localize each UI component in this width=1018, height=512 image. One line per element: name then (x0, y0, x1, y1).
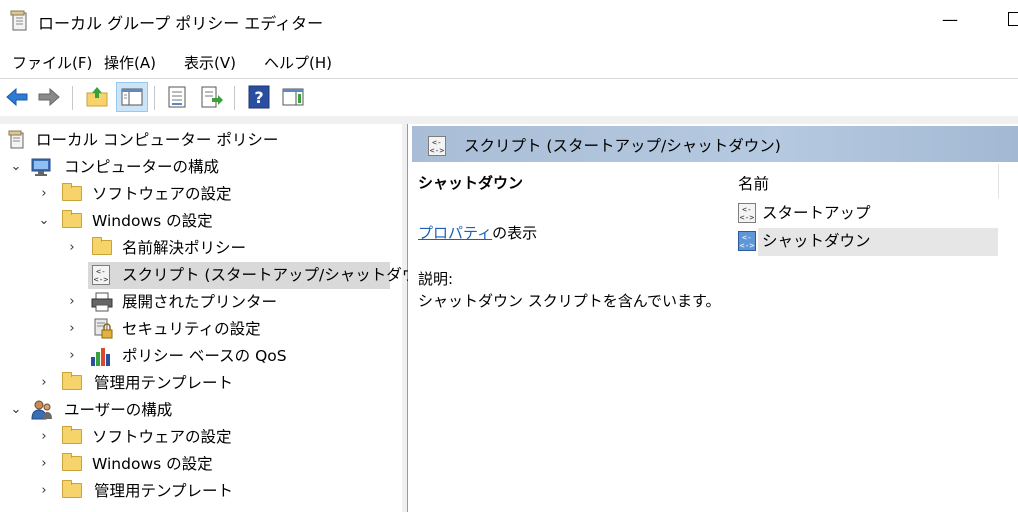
menu-action[interactable]: 操作(A) (104, 52, 156, 73)
maximize-button[interactable] (1008, 12, 1018, 26)
toolbar-separator (154, 86, 155, 110)
tree-label: セキュリティの設定 (122, 320, 261, 338)
computer-icon (30, 157, 54, 177)
gpedit-app-icon (10, 10, 30, 32)
folder-icon (62, 480, 82, 498)
tree-label: 展開されたプリンター (122, 293, 278, 311)
selected-item-title: シャットダウン (418, 174, 524, 192)
toolbar-spacer (0, 116, 1018, 124)
column-header-name[interactable]: 名前 (738, 172, 769, 194)
export-list-icon[interactable] (198, 84, 224, 110)
toolbar-separator (72, 86, 73, 110)
chevron-right-icon[interactable]: › (38, 424, 50, 450)
tree-label: スクリプト (スタートアップ/シャットダウン) (122, 266, 439, 284)
up-folder-icon[interactable] (84, 84, 110, 110)
show-action-pane-icon[interactable] (280, 84, 306, 110)
script-icon: <- <-> (428, 136, 446, 156)
tree-label: ローカル コンピューター ポリシー (36, 131, 279, 149)
list-item-startup[interactable]: <- <-> スタートアップ (736, 200, 998, 226)
folder-icon (62, 426, 82, 444)
menu-help[interactable]: ヘルプ(H) (264, 52, 332, 73)
description-label: 説明: (418, 270, 454, 288)
tree-item-computer-config[interactable]: ⌄ コンピューターの構成 (8, 154, 398, 180)
menu-divider (0, 78, 1018, 79)
forward-arrow-icon[interactable] (36, 84, 62, 110)
minimize-button[interactable]: — (938, 6, 962, 34)
bar-chart-icon (90, 345, 114, 367)
tree-item-user-windows-settings[interactable]: › Windows の設定 (36, 451, 396, 477)
users-icon (30, 399, 54, 421)
script-icon: <- <-> (92, 265, 110, 285)
menu-file[interactable]: ファイル(F) (12, 52, 92, 73)
show-hide-tree-icon[interactable] (116, 82, 148, 112)
script-icon: <- <-> (738, 203, 756, 223)
tree-label: 名前解決ポリシー (122, 239, 247, 257)
tree-item-root[interactable]: ローカル コンピューター ポリシー (8, 127, 398, 153)
properties-row: プロパティの表示 (418, 222, 537, 243)
tree-item-windows-settings[interactable]: ⌄ Windows の設定 (36, 208, 396, 234)
folder-icon (92, 237, 112, 255)
column-divider[interactable] (998, 164, 999, 198)
tree-item-software-settings[interactable]: › ソフトウェアの設定 (36, 181, 396, 207)
help-icon[interactable]: ? (246, 84, 272, 110)
tree-item-deployed-printers[interactable]: › 展開されたプリンター (64, 289, 394, 315)
tree-label: ソフトウェアの設定 (92, 428, 232, 446)
toolbar-separator (234, 86, 235, 110)
svg-text:?: ? (254, 88, 263, 107)
back-arrow-icon[interactable] (4, 84, 30, 110)
chevron-right-icon[interactable]: › (38, 451, 50, 477)
tree-item-security-settings[interactable]: › セキュリティの設定 (64, 316, 394, 342)
toolbar: ? (0, 80, 1018, 116)
chevron-right-icon[interactable]: › (66, 316, 78, 342)
menu-bar: ファイル(F) 操作(A) 表示(V) ヘルプ(H) (0, 48, 1018, 78)
tree-item-user-software-settings[interactable]: › ソフトウェアの設定 (36, 424, 396, 450)
chevron-down-icon[interactable]: ⌄ (10, 397, 22, 423)
properties-suffix: の表示 (492, 224, 538, 242)
tree-label: 管理用テンプレート (94, 374, 234, 392)
menu-view[interactable]: 表示(V) (184, 52, 236, 73)
chevron-right-icon[interactable]: › (66, 343, 78, 369)
folder-icon (62, 183, 82, 201)
tree-label: コンピューターの構成 (64, 158, 220, 176)
chevron-right-icon[interactable]: › (66, 289, 78, 315)
tree-label: ソフトウェアの設定 (92, 185, 232, 203)
list-item-shutdown[interactable]: <- <-> シャットダウン (736, 228, 998, 254)
tree-label: Windows の設定 (92, 455, 213, 473)
window-title: ローカル グループ ポリシー エディター (38, 14, 324, 33)
script-icon: <- <-> (738, 231, 756, 251)
chevron-down-icon[interactable]: ⌄ (10, 154, 22, 180)
chevron-right-icon[interactable]: › (38, 370, 50, 396)
chevron-right-icon[interactable]: › (66, 235, 78, 261)
policy-document-icon (8, 130, 28, 150)
tree-label: ポリシー ベースの QoS (122, 347, 287, 365)
tree-item-user-config[interactable]: ⌄ ユーザーの構成 (8, 397, 398, 423)
properties-icon[interactable] (164, 84, 190, 110)
chevron-down-icon[interactable]: ⌄ (38, 208, 50, 234)
security-lock-icon (92, 318, 114, 340)
folder-icon (62, 372, 82, 390)
tree-item-admin-templates[interactable]: › 管理用テンプレート (36, 370, 396, 396)
tree-item-qos[interactable]: › ポリシー ベースの QoS (64, 343, 394, 369)
list-item-label: スタートアップ (762, 204, 871, 222)
tree-label: Windows の設定 (92, 212, 213, 230)
printer-icon (90, 292, 114, 312)
tree-item-name-resolution-policy[interactable]: › 名前解決ポリシー (64, 235, 394, 261)
details-header-title: スクリプト (スタートアップ/シャットダウン) (464, 137, 781, 155)
tree-item-user-admin-templates[interactable]: › 管理用テンプレート (36, 478, 396, 504)
chevron-right-icon[interactable]: › (38, 478, 50, 504)
tree-label: ユーザーの構成 (64, 401, 173, 419)
tree-item-scripts[interactable]: <- <-> スクリプト (スタートアップ/シャットダウン) (64, 262, 439, 288)
tree-label: 管理用テンプレート (94, 482, 234, 500)
folder-icon (62, 453, 82, 471)
folder-icon (62, 210, 82, 228)
chevron-right-icon[interactable]: › (38, 181, 50, 207)
properties-link[interactable]: プロパティ (418, 224, 492, 242)
description-text: シャットダウン スクリプトを含んでいます。 (418, 292, 721, 310)
list-item-label: シャットダウン (762, 232, 871, 250)
